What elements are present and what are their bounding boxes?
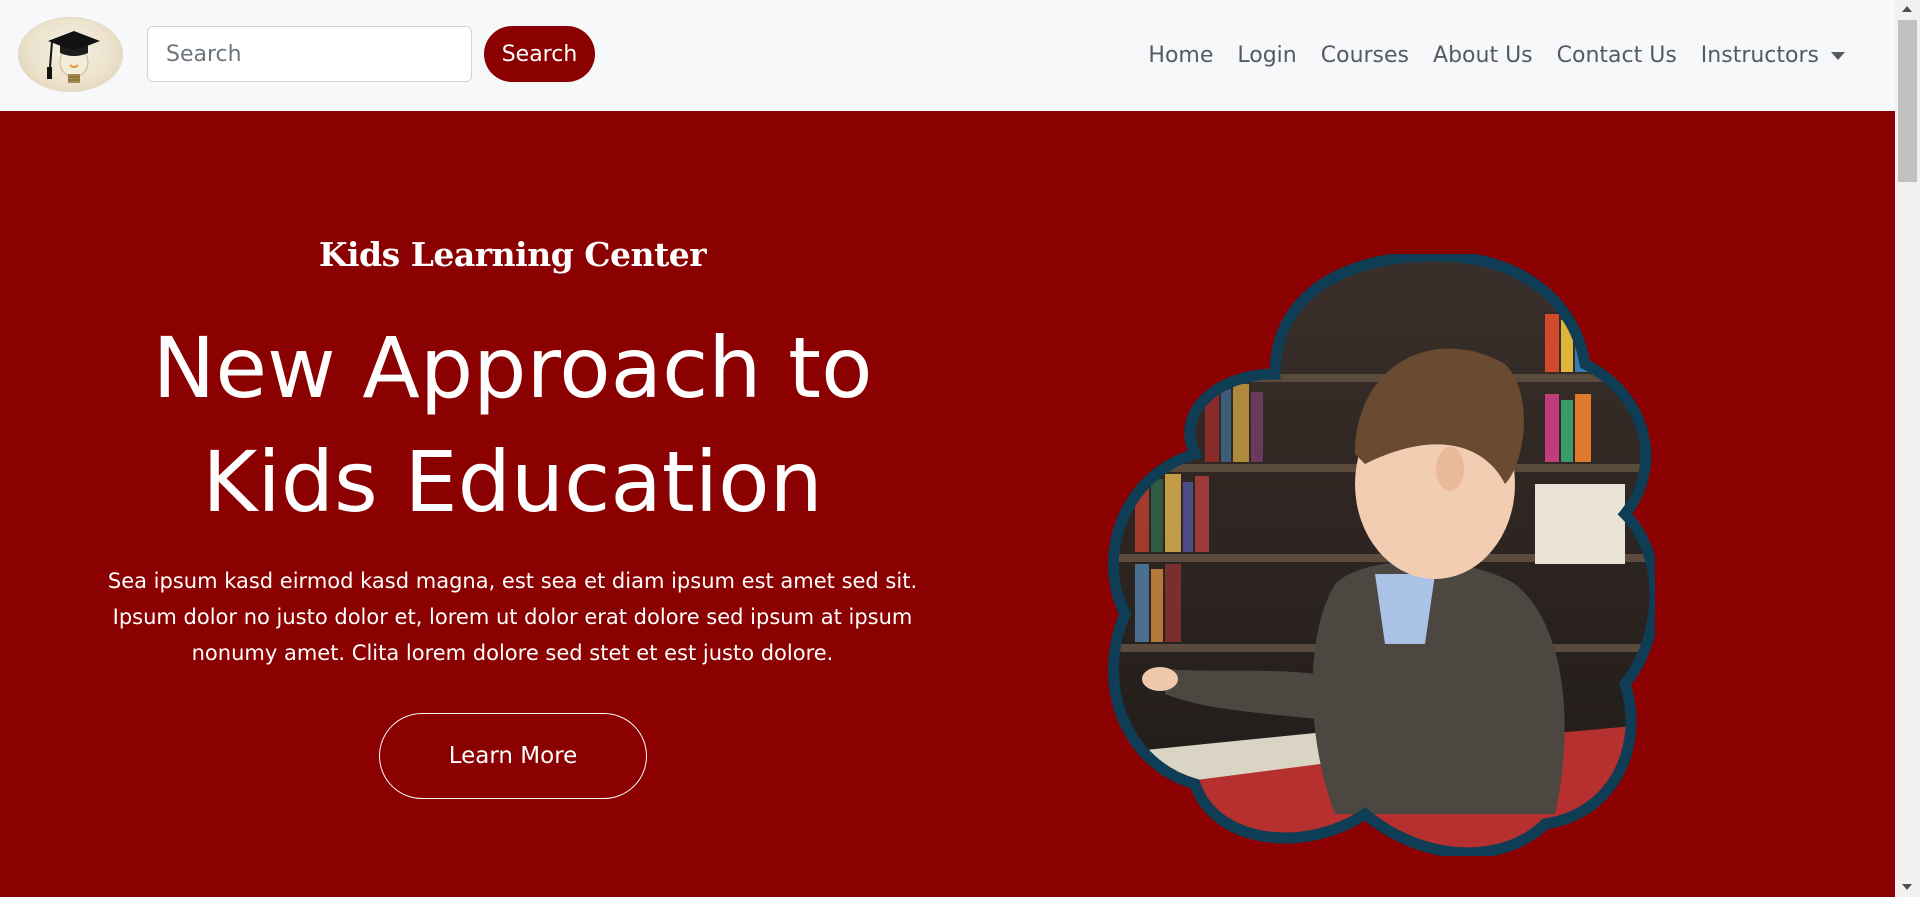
top-navbar: Search Home Login Courses About Us Conta… — [0, 0, 1895, 111]
graduation-cap-lightbulb-icon — [47, 31, 100, 83]
hero-headline-line-2: Kids Education — [202, 433, 823, 531]
page-scrollbar[interactable] — [1895, 0, 1920, 897]
nav-link-home[interactable]: Home — [1148, 43, 1213, 68]
nav-dropdown-instructors[interactable]: Instructors — [1701, 43, 1845, 68]
nav-menu: Home Login Courses About Us Contact Us I… — [1124, 0, 1845, 111]
scroll-up-arrow-icon[interactable] — [1902, 6, 1912, 12]
hero-headline-line-1: New Approach to — [152, 319, 873, 417]
learn-more-button[interactable]: Learn More — [379, 713, 647, 799]
nav-link-login[interactable]: Login — [1237, 43, 1296, 68]
scrollbar-thumb[interactable] — [1898, 20, 1917, 182]
hero-lead-line-2: Ipsum dolor no justo dolor et, lorem ut … — [112, 605, 913, 629]
hero-headline: New Approach to Kids Education — [70, 311, 955, 539]
hero-eyebrow: Kids Learning Center — [318, 235, 707, 274]
search-input[interactable] — [147, 26, 472, 82]
caret-down-icon — [1831, 51, 1845, 60]
nav-link-about-us[interactable]: About Us — [1433, 43, 1533, 68]
hero-lead-line-1: Sea ipsum kasd eirmod kasd magna, est se… — [107, 569, 918, 593]
search-button[interactable]: Search — [484, 26, 595, 82]
nav-link-courses[interactable]: Courses — [1321, 43, 1409, 68]
hero-lead: Sea ipsum kasd eirmod kasd magna, est se… — [100, 563, 925, 671]
hero-lead-line-3: nonumy amet. Clita lorem dolore sed stet… — [191, 641, 834, 665]
nav-link-contact-us[interactable]: Contact Us — [1557, 43, 1677, 68]
nav-dropdown-label: Instructors — [1700, 43, 1819, 68]
scroll-down-arrow-icon[interactable] — [1902, 884, 1912, 890]
boy-reading-book-photo — [1107, 254, 1655, 856]
logo[interactable] — [18, 17, 123, 92]
